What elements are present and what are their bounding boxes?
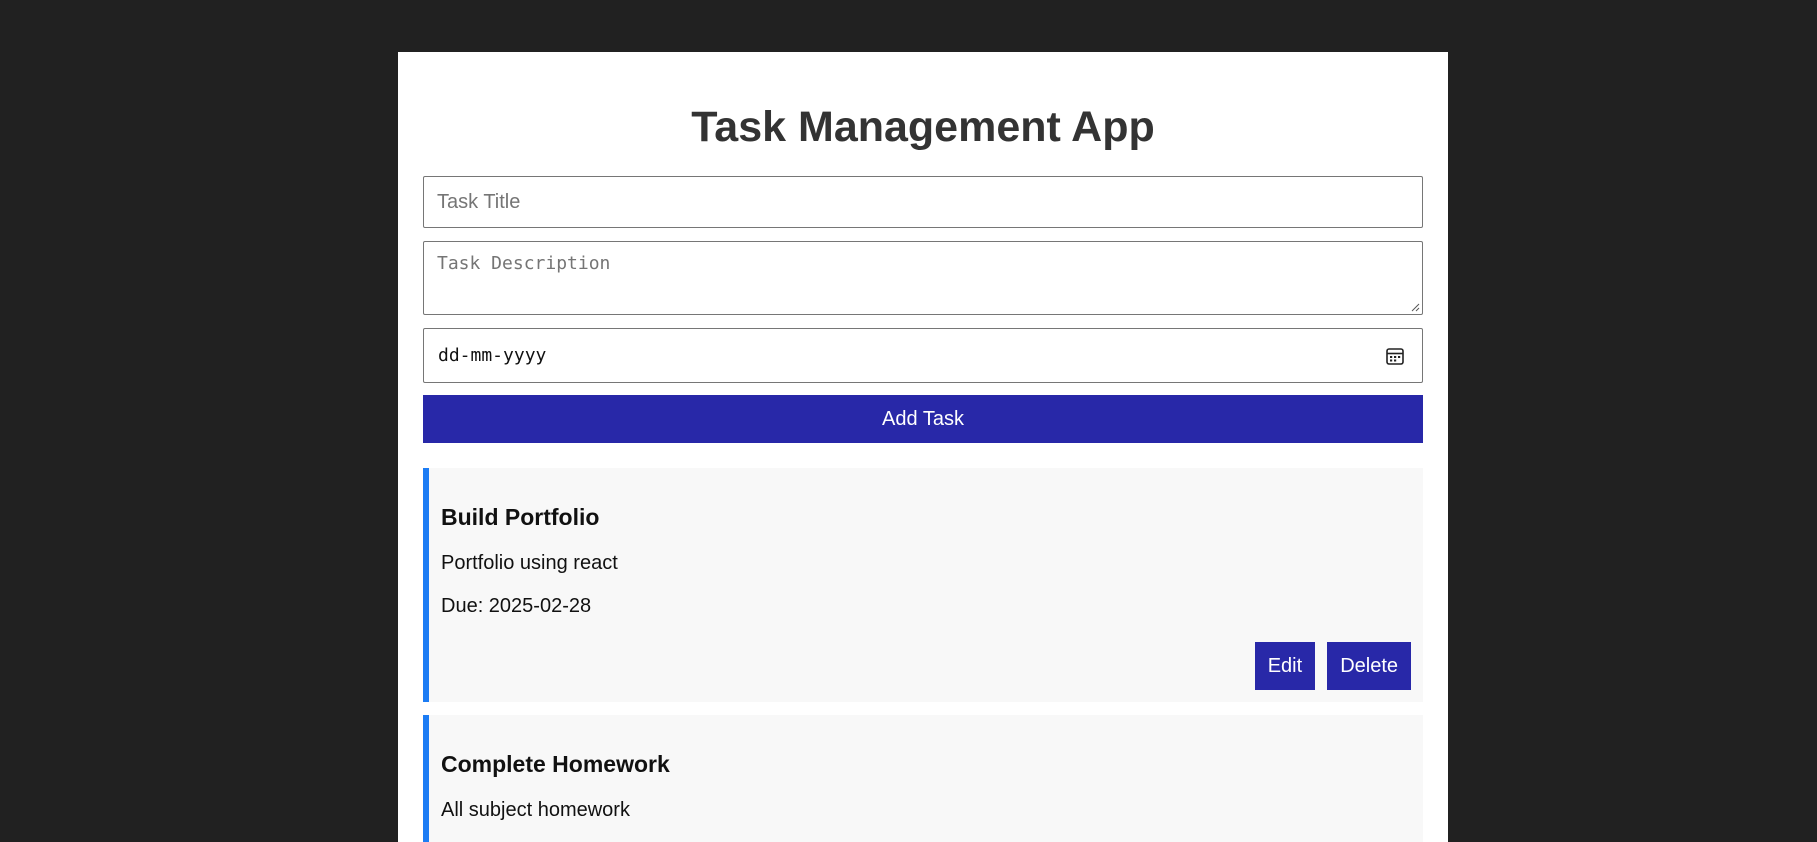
task-description: All subject homework xyxy=(441,799,630,821)
app-container: Task Management App Task Title Task Desc… xyxy=(398,52,1448,842)
add-task-button[interactable]: Add Task xyxy=(423,395,1423,443)
task-title: Complete Homework xyxy=(441,751,670,777)
task-description-placeholder: Task Description xyxy=(437,253,611,274)
delete-button[interactable]: Delete xyxy=(1327,642,1411,690)
task-title-input[interactable]: Task Title xyxy=(423,176,1423,228)
task-description: Portfolio using react xyxy=(441,552,618,574)
edit-button[interactable]: Edit xyxy=(1254,642,1316,690)
task-title: Build Portfolio xyxy=(441,504,600,530)
resize-grip-icon[interactable] xyxy=(1410,302,1420,312)
task-title-placeholder: Task Title xyxy=(437,191,521,213)
task-description-textarea[interactable]: Task Description xyxy=(423,241,1423,315)
task-actions: Edit Delete xyxy=(1254,642,1411,690)
page-title: Task Management App xyxy=(691,103,1155,151)
app-content: Task Management App Task Title Task Desc… xyxy=(398,102,1448,842)
task-card: Build Portfolio Portfolio using react Du… xyxy=(423,468,1423,702)
task-card: Complete Homework All subject homework xyxy=(423,715,1423,842)
task-due-date: Due: 2025-02-28 xyxy=(441,595,592,617)
calendar-icon[interactable] xyxy=(1385,346,1405,366)
due-date-input[interactable]: dd-mm-yyyy xyxy=(423,328,1423,383)
due-date-placeholder: dd-mm-yyyy xyxy=(438,345,547,366)
